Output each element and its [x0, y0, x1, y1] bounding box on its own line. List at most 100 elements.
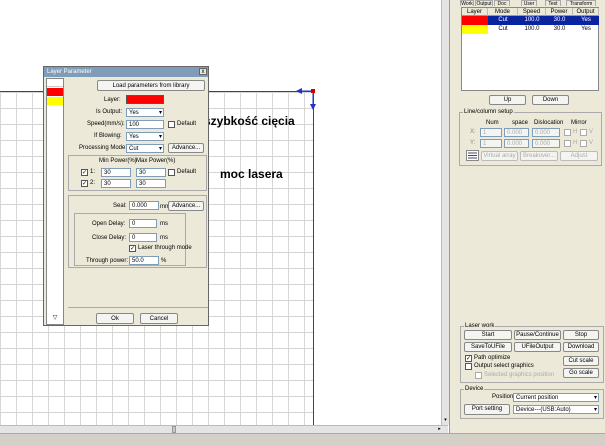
processing-advance-button[interactable]: Advance...: [168, 143, 204, 153]
x-dislocation-input[interactable]: 0.000: [532, 128, 560, 137]
seal-input[interactable]: 0.000: [129, 201, 159, 210]
dislocation-header: Dislocation: [534, 120, 564, 126]
space-header: space: [512, 120, 529, 126]
layer-parameter-dialog: Layer Parameter x ▽ Load parameters from…: [43, 66, 209, 326]
layer-color-item[interactable]: [47, 97, 63, 105]
col-header-mode: Mode: [488, 8, 518, 16]
if-blowing-select[interactable]: Yes: [126, 132, 164, 141]
table-row[interactable]: Cut 100.0 30.0 Yes: [462, 25, 599, 34]
speed-default-checkbox[interactable]: [168, 121, 175, 128]
ufile-output-button[interactable]: UFileOutput: [514, 342, 561, 352]
tab-transform[interactable]: Transform: [566, 0, 596, 7]
cut-scale-button[interactable]: Cut scale: [563, 356, 599, 366]
x-mirror-v-checkbox[interactable]: [580, 129, 587, 136]
load-library-button[interactable]: Load parameters from library: [97, 80, 205, 91]
is-output-select[interactable]: Yes: [126, 108, 164, 117]
layer-color-item[interactable]: [47, 79, 63, 87]
speed-input[interactable]: 100: [126, 120, 164, 129]
laser-head-icon: [296, 88, 316, 110]
scroll-right-arrow-icon[interactable]: ▸: [436, 426, 443, 433]
close-icon[interactable]: x: [199, 68, 207, 75]
laser-work-title: Laser work: [464, 323, 496, 329]
layer-table[interactable]: Layer Mode Speed Power Output Cut 100.0 …: [461, 7, 599, 91]
selected-position-checkbox[interactable]: [475, 372, 482, 379]
go-scale-button[interactable]: Go scale: [563, 368, 599, 378]
cancel-button[interactable]: Cancel: [140, 313, 178, 324]
through-power-label: Through power:: [86, 258, 129, 264]
open-delay-input[interactable]: 0: [129, 219, 157, 228]
vertical-scrollbar[interactable]: ▾: [441, 0, 449, 425]
row-mode: Cut: [498, 17, 508, 23]
position-label: Position:: [492, 394, 516, 400]
device-select[interactable]: Device---(USB:Auto): [513, 405, 599, 414]
seal-advance-button[interactable]: Advance...: [168, 201, 204, 211]
port-setting-button[interactable]: Port setting: [464, 404, 510, 415]
x-space-input[interactable]: 0.000: [504, 128, 529, 137]
tab-user[interactable]: User: [521, 0, 537, 7]
laser-through-mode-checkbox[interactable]: ✓: [129, 245, 136, 252]
processing-mode-select[interactable]: Cut: [126, 144, 164, 153]
power-2-checkbox[interactable]: ✓: [81, 180, 88, 187]
tab-output[interactable]: Output: [475, 0, 493, 7]
line-column-title: Line/column setup: [463, 109, 514, 115]
x-num-input[interactable]: 1: [480, 128, 502, 137]
through-power-unit: %: [161, 258, 167, 264]
download-button[interactable]: Download: [563, 342, 599, 352]
path-optimize-checkbox[interactable]: ✓: [465, 355, 472, 362]
min-power-1-input[interactable]: 30: [101, 168, 131, 177]
table-row[interactable]: Cut 100.0 30.0 Yes: [462, 16, 599, 25]
array-grid-icon[interactable]: [466, 150, 479, 161]
y-label: Y:: [470, 140, 476, 146]
processing-mode-label: Processing Mode:: [79, 145, 128, 151]
list-scroll-down-icon[interactable]: ▽: [50, 315, 60, 322]
tab-doc[interactable]: Doc: [494, 0, 510, 7]
through-power-input[interactable]: 50.0: [129, 256, 159, 265]
layer-color-item[interactable]: [47, 88, 63, 96]
up-button[interactable]: Up: [489, 95, 526, 105]
horizontal-scroll-thumb[interactable]: [172, 426, 176, 433]
horizontal-scrollbar[interactable]: ▸: [0, 425, 448, 433]
min-power-header: Min Power(%): [99, 158, 137, 164]
position-select[interactable]: Current position: [513, 393, 599, 402]
col-header-speed: Speed: [518, 8, 546, 16]
stop-button[interactable]: Stop: [563, 330, 599, 340]
down-button[interactable]: Down: [532, 95, 569, 105]
seal-label: Seal:: [113, 203, 127, 209]
max-power-1-input[interactable]: 30: [136, 168, 166, 177]
open-delay-label: Open Delay:: [92, 221, 126, 227]
start-button[interactable]: Start: [464, 330, 512, 340]
adjust-button[interactable]: Adjust: [560, 151, 598, 161]
y-mirror-h-checkbox[interactable]: [564, 140, 571, 147]
pause-continue-button[interactable]: Pause/Continue: [514, 330, 561, 340]
max-power-2-input[interactable]: 30: [136, 179, 166, 188]
output-select-label: Output select graphics: [474, 363, 534, 369]
layer-color-swatch: [462, 25, 488, 34]
layer-label: Layer:: [104, 97, 121, 103]
layer-color-list[interactable]: ▽: [46, 78, 64, 325]
output-select-checkbox[interactable]: [465, 363, 472, 370]
min-power-2-input[interactable]: 30: [101, 179, 131, 188]
virtual-array-button[interactable]: Virtual array: [481, 151, 518, 161]
annotation-cutting-speed: szybkość cięcia: [204, 114, 295, 128]
scroll-down-arrow-icon[interactable]: ▾: [442, 417, 449, 424]
v-label: V: [589, 140, 594, 146]
y-num-input[interactable]: 1: [480, 139, 502, 148]
tab-test[interactable]: Test: [545, 0, 561, 7]
dialog-divider: [68, 307, 208, 308]
layer-color-button[interactable]: [126, 95, 164, 104]
y-dislocation-input[interactable]: 0.000: [532, 139, 560, 148]
y-mirror-v-checkbox[interactable]: [580, 140, 587, 147]
power-1-checkbox[interactable]: ✓: [81, 169, 88, 176]
save-to-ufile-button[interactable]: SaveToUFile: [464, 342, 512, 352]
tab-work[interactable]: Work: [460, 0, 474, 7]
close-delay-input[interactable]: 0: [129, 233, 157, 242]
max-power-header: Max Power(%): [136, 158, 176, 164]
breakover-button[interactable]: Breakover...: [520, 151, 558, 161]
row-power: 30.0: [553, 26, 566, 32]
x-mirror-h-checkbox[interactable]: [564, 129, 571, 136]
power-default-checkbox[interactable]: [168, 169, 175, 176]
power-2-label: 2:: [90, 180, 96, 186]
speed-label: Speed(mm/s):: [87, 121, 125, 127]
y-space-input[interactable]: 0.000: [504, 139, 529, 148]
ok-button[interactable]: Ok: [96, 313, 134, 324]
